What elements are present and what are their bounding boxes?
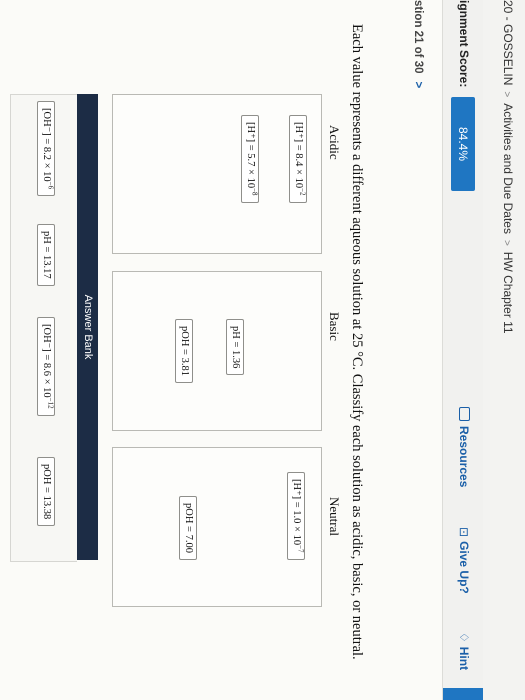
answer-tile[interactable]: [H⁺] = 5.7 × 10−8 [241, 115, 259, 203]
answer-tile[interactable]: [OH⁻] = 8.2 × 10−6 [37, 101, 55, 197]
answer-bank[interactable]: [OH⁻] = 8.2 × 10−6 pH = 13.17 [OH⁻] = 8.… [10, 94, 77, 562]
give-up-label: Give Up? [457, 541, 471, 594]
assignment-score-badge: 84.4% [451, 97, 475, 191]
breadcrumb: 20 - GOSSELIN > Activities and Due Dates > H… [501, 0, 515, 334]
hint-button[interactable]: ♢ Hint [457, 632, 471, 670]
give-up-icon: ⊡ [457, 527, 471, 538]
bin-acidic[interactable]: [H⁺] = 8.4 × 10−2 [H⁺] = 5.7 × 10−8 [112, 94, 322, 254]
answer-tile[interactable]: [OH⁻] = 8.6 × 10−12 [37, 317, 55, 416]
breadcrumb-course[interactable]: 20 - GOSSELIN [501, 0, 515, 85]
question-prompt: Each value represents a different aqueou… [349, 24, 365, 660]
answer-tile[interactable]: pH = 13.17 [37, 224, 55, 286]
score-bar: ignment Score: 84.4% Resources ⊡ Give Up?… [442, 0, 483, 700]
chevron-right-icon: > [501, 239, 512, 246]
top-strip: 20 - GOSSELIN > Activities and Due Dates > H… [482, 0, 525, 700]
breadcrumb-activities[interactable]: Activities and Due Dates [501, 103, 515, 234]
assignment-score-label: ignment Score: [457, 0, 471, 88]
resources-label: Resources [457, 426, 471, 488]
question-position: stion 21 of 30 [412, 0, 424, 74]
resources-button[interactable]: Resources [457, 407, 471, 487]
lightbulb-icon: ♢ [457, 632, 471, 643]
answer-tile[interactable]: [H⁺] = 1.0 × 10−7 [287, 472, 305, 560]
answer-bank-header: Answer Bank [77, 94, 98, 560]
question-navigation: stion 21 of 30 > [412, 0, 424, 88]
hint-label: Hint [457, 646, 471, 671]
breadcrumb-assignment[interactable]: HW Chapter 11 [501, 252, 515, 334]
next-question-chevron-icon[interactable]: > [412, 82, 424, 89]
bin-heading-basic: Basic [327, 312, 342, 341]
answer-tile[interactable]: pOH = 7.00 [179, 496, 197, 560]
give-up-button[interactable]: ⊡ Give Up? [457, 527, 471, 594]
bin-heading-neutral: Neutral [327, 497, 342, 536]
side-panel-button[interactable] [443, 688, 483, 700]
answer-tile[interactable]: pH = 1.36 [226, 319, 244, 376]
resources-icon [459, 407, 470, 421]
bin-neutral[interactable]: [H⁺] = 1.0 × 10−7 pOH = 7.00 [112, 447, 322, 607]
chevron-right-icon: > [501, 91, 512, 98]
bin-heading-acidic: Acidic [327, 125, 342, 160]
answer-tile[interactable]: [H⁺] = 8.4 × 10−2 [289, 115, 307, 203]
answer-tile[interactable]: pOH = 13.38 [37, 457, 55, 527]
app-page: 20 - GOSSELIN > Activities and Due Dates > H… [0, 0, 525, 700]
answer-tile[interactable]: pOH = 3.81 [175, 319, 193, 383]
bin-basic[interactable]: pH = 1.36 pOH = 3.81 [112, 271, 322, 431]
